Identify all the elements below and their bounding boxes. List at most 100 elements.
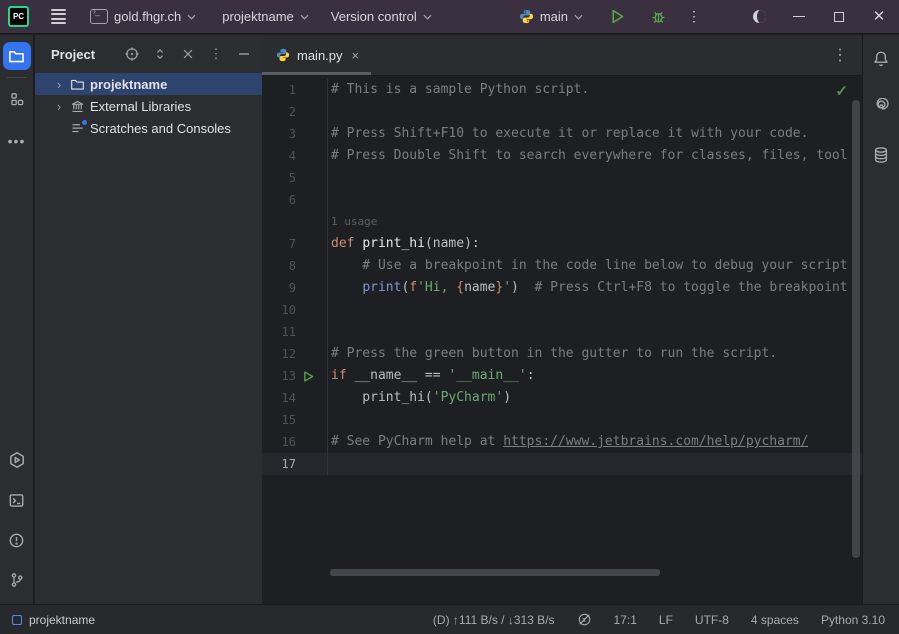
editor-area: main.py × ⋮ ✓ 1# This is a sample Python… — [262, 35, 862, 604]
code-line[interactable]: 15 — [262, 409, 862, 431]
code-line[interactable]: 4 # Press Double Shift to search everywhe… — [262, 145, 862, 167]
indent-widget[interactable]: 4 spaces — [749, 611, 801, 629]
theme-toggle-moon-icon[interactable] — [739, 0, 779, 34]
code-text — [328, 453, 331, 475]
run-button[interactable] — [605, 4, 630, 29]
project-selector[interactable]: projektname — [216, 5, 315, 28]
panel-options-icon[interactable]: ⋮ — [206, 44, 226, 64]
code-editor[interactable]: ✓ 1# This is a sample Python script.23# … — [262, 76, 862, 604]
ai-assistant-icon[interactable] — [867, 93, 895, 121]
vcs-label: Version control — [331, 9, 417, 24]
editor-tab-bar: main.py × ⋮ — [262, 35, 862, 76]
run-configuration-selector[interactable]: main — [513, 5, 589, 28]
tab-options-icon[interactable]: ⋮ — [832, 45, 848, 65]
tab-main-py[interactable]: main.py × — [262, 35, 371, 75]
vcs-menu[interactable]: Version control — [325, 5, 438, 28]
folder-icon — [69, 76, 86, 93]
code-line[interactable]: 5 — [262, 167, 862, 189]
code-line[interactable]: 7def print_hi(name): — [262, 233, 862, 255]
terminal-toolwindow-button[interactable] — [3, 486, 31, 514]
minimize-button[interactable] — [779, 0, 819, 34]
chevron-down-icon — [300, 14, 309, 20]
code-line[interactable]: 8 # Use a breakpoint in the code line be… — [262, 255, 862, 277]
code-text — [328, 321, 331, 343]
services-toolwindow-button[interactable] — [3, 446, 31, 474]
line-number: 17 — [262, 453, 296, 475]
maximize-button[interactable] — [819, 0, 859, 34]
project-toolwindow-button[interactable] — [3, 42, 31, 70]
vertical-scrollbar[interactable] — [852, 100, 860, 558]
tree-item-external-libraries[interactable]: › External Libraries — [35, 95, 262, 117]
status-project-widget[interactable]: projektname — [12, 613, 95, 627]
main-menu-button[interactable] — [47, 5, 70, 28]
code-line[interactable]: 14 print_hi('PyCharm') — [262, 387, 862, 409]
chevron-down-icon — [574, 14, 583, 20]
code-line[interactable]: 10 — [262, 299, 862, 321]
host-label: gold.fhgr.ch — [114, 9, 181, 24]
chevron-right-icon[interactable]: › — [53, 99, 65, 114]
scratches-icon — [69, 120, 86, 137]
structure-toolwindow-button[interactable] — [3, 85, 31, 113]
select-opened-file-icon[interactable] — [122, 44, 142, 64]
code-text — [328, 167, 331, 189]
library-icon — [69, 98, 86, 115]
line-number: 15 — [262, 409, 296, 431]
line-number: 6 — [262, 189, 296, 211]
tab-label: main.py — [297, 48, 343, 63]
database-icon[interactable] — [867, 141, 895, 169]
project-square-icon — [12, 615, 22, 625]
interpreter-widget[interactable]: Python 3.10 — [819, 611, 887, 629]
code-line[interactable]: 11 — [262, 321, 862, 343]
chevron-right-icon[interactable]: › — [53, 77, 65, 92]
debug-button[interactable] — [646, 4, 671, 29]
code-text: # See PyCharm help at https://www.jetbra… — [328, 431, 808, 453]
code-line[interactable]: 16# See PyCharm help at https://www.jetb… — [262, 431, 862, 453]
project-tree: › projektname › External Libraries — [35, 73, 262, 139]
highlighting-off-icon[interactable] — [575, 610, 594, 629]
right-tool-strip — [862, 35, 899, 604]
remote-host-selector[interactable]: gold.fhgr.ch — [84, 5, 202, 28]
line-number: 11 — [262, 321, 296, 343]
network-speed-widget[interactable]: (D) ↑111 B/s / ↓313 B/s — [431, 611, 557, 629]
close-button[interactable]: ✕ — [859, 0, 899, 34]
problems-toolwindow-button[interactable] — [3, 526, 31, 554]
version-control-toolwindow-button[interactable] — [3, 566, 31, 594]
more-toolwindows-button[interactable]: ••• — [3, 127, 31, 155]
code-line[interactable]: 13if __name__ == '__main__': — [262, 365, 862, 387]
terminal-host-icon — [90, 9, 108, 24]
line-number: 4 — [262, 145, 296, 167]
code-line[interactable]: 1# This is a sample Python script. — [262, 79, 862, 101]
line-separator-widget[interactable]: LF — [657, 611, 675, 629]
encoding-widget[interactable]: UTF-8 — [693, 611, 731, 629]
more-actions-button[interactable]: ⋮ — [683, 4, 705, 29]
project-panel-title: Project — [51, 47, 95, 62]
collapse-all-icon[interactable] — [178, 44, 198, 64]
code-line[interactable]: 2 — [262, 101, 862, 123]
status-project-label: projektname — [29, 613, 95, 627]
caret-position-widget[interactable]: 17:1 — [612, 611, 639, 629]
code-text — [328, 409, 331, 431]
notifications-bell-icon[interactable] — [867, 45, 895, 73]
inspections-ok-icon[interactable]: ✓ — [835, 82, 848, 100]
expand-all-icon[interactable] — [150, 44, 170, 64]
line-number: 5 — [262, 167, 296, 189]
code-text: def print_hi(name): — [328, 233, 480, 255]
tab-close-icon[interactable]: × — [350, 48, 362, 63]
code-text: # Press Double Shift to search everywher… — [328, 145, 848, 167]
tree-item-label: External Libraries — [90, 99, 191, 114]
line-number: 9 — [262, 277, 296, 299]
hide-panel-icon[interactable] — [234, 44, 254, 64]
code-text: if __name__ == '__main__': — [328, 365, 535, 387]
code-line[interactable]: 3# Press Shift+F10 to execute it or repl… — [262, 123, 862, 145]
tree-item-scratches[interactable]: Scratches and Consoles — [35, 117, 262, 139]
code-line[interactable]: 1 usage — [262, 211, 862, 233]
run-line-icon[interactable] — [296, 365, 320, 387]
code-line[interactable]: 17 — [262, 453, 862, 475]
code-line[interactable]: 6 — [262, 189, 862, 211]
code-lines: 1# This is a sample Python script.23# Pr… — [262, 79, 862, 475]
code-line[interactable]: 12# Press the green button in the gutter… — [262, 343, 862, 365]
horizontal-scrollbar[interactable] — [330, 569, 660, 576]
code-line[interactable]: 9 print(f'Hi, {name}') # Press Ctrl+F8 t… — [262, 277, 862, 299]
tree-item-projektname[interactable]: › projektname — [35, 73, 262, 95]
code-text: print_hi('PyCharm') — [328, 387, 511, 409]
